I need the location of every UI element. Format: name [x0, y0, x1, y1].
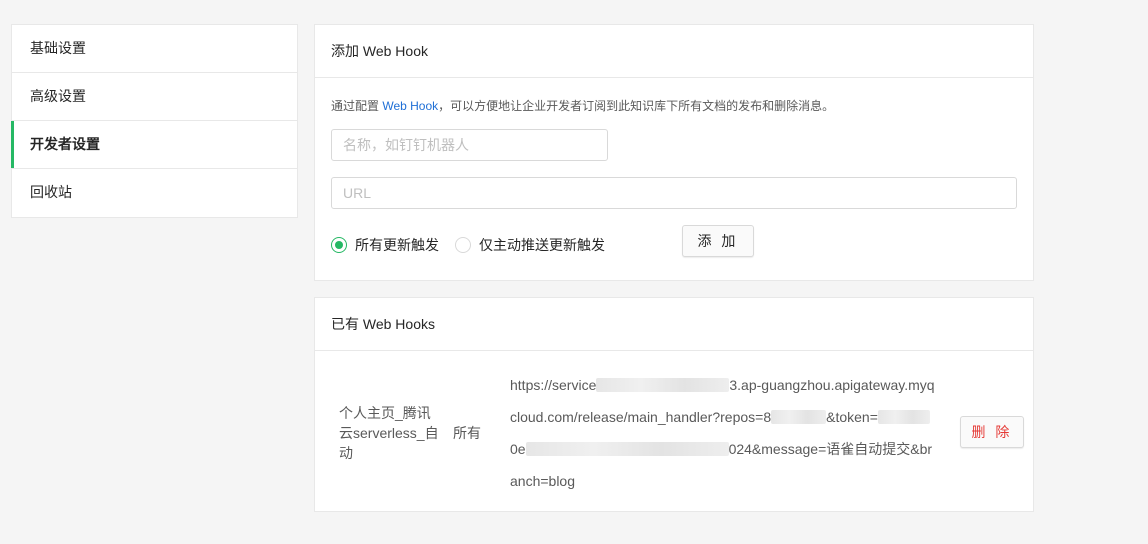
- hook-name: 个人主页_腾讯云serverless_自动: [339, 405, 439, 461]
- sidebar-item-advanced[interactable]: 高级设置: [12, 73, 297, 121]
- radio-all-label: 所有更新触发: [355, 237, 439, 253]
- radio-checked-icon: [331, 237, 347, 253]
- existing-webhooks-title: 已有 Web Hooks: [315, 298, 1033, 351]
- url-part: &token=: [826, 409, 878, 425]
- desc-suffix: ，可以方便地让企业开发者订阅到此知识库下所有文档的发布和删除消息。: [438, 99, 835, 113]
- hook-trigger: 所有: [453, 425, 481, 441]
- url-line: cloud.com/release/main_handler?repos=8 &t…: [510, 401, 935, 433]
- add-webhook-title: 添加 Web Hook: [315, 25, 1033, 78]
- url-part: cloud.com/release/main_handler?repos=8: [510, 409, 772, 425]
- radio-push-label: 仅主动推送更新触发: [479, 237, 605, 253]
- redacted-blur: [525, 442, 729, 456]
- url-part: 3.ap-guangzhou.apigateway.myq: [729, 377, 935, 393]
- redacted-blur: [877, 410, 930, 424]
- webhook-description: 通过配置 Web Hook，可以方便地让企业开发者订阅到此知识库下所有文档的发布…: [331, 97, 834, 114]
- webhook-doc-link[interactable]: Web Hook: [382, 99, 438, 113]
- hook-url: https://service 3.ap-guangzhou.apigateway…: [510, 369, 935, 497]
- settings-sidebar: 基础设置 高级设置 开发者设置 回收站: [11, 24, 298, 218]
- desc-prefix: 通过配置: [331, 99, 383, 113]
- trigger-radio-group: 所有更新触发 仅主动推送更新触发: [331, 235, 621, 255]
- existing-webhooks-card: 已有 Web Hooks 个人主页_腾讯云serverless_自动 所有 ht…: [314, 297, 1034, 512]
- url-line: 0e 024&message=语雀自动提交&br: [510, 433, 935, 465]
- url-line: anch=blog: [510, 465, 935, 497]
- sidebar-item-basic[interactable]: 基础设置: [12, 25, 297, 73]
- redacted-blur: [596, 378, 730, 392]
- delete-webhook-button[interactable]: 删 除: [960, 416, 1024, 448]
- radio-push-only[interactable]: 仅主动推送更新触发: [455, 235, 605, 255]
- redacted-blur: [771, 410, 827, 424]
- webhook-url-input[interactable]: [331, 177, 1017, 209]
- url-line: https://service 3.ap-guangzhou.apigateway…: [510, 369, 935, 401]
- add-webhook-card: 添加 Web Hook 通过配置 Web Hook，可以方便地让企业开发者订阅到…: [314, 24, 1034, 281]
- url-part: anch=blog: [510, 473, 576, 489]
- sidebar-item-recycle-bin[interactable]: 回收站: [12, 169, 297, 217]
- webhook-name-input[interactable]: [331, 129, 608, 161]
- add-webhook-button[interactable]: 添 加: [682, 225, 754, 257]
- sidebar-item-developer[interactable]: 开发者设置: [11, 121, 297, 169]
- url-part: https://service: [510, 377, 597, 393]
- url-part: 024&message=语雀自动提交&br: [728, 441, 933, 457]
- radio-unchecked-icon: [455, 237, 471, 253]
- radio-all-updates[interactable]: 所有更新触发: [331, 235, 439, 255]
- url-part: 0e: [510, 441, 526, 457]
